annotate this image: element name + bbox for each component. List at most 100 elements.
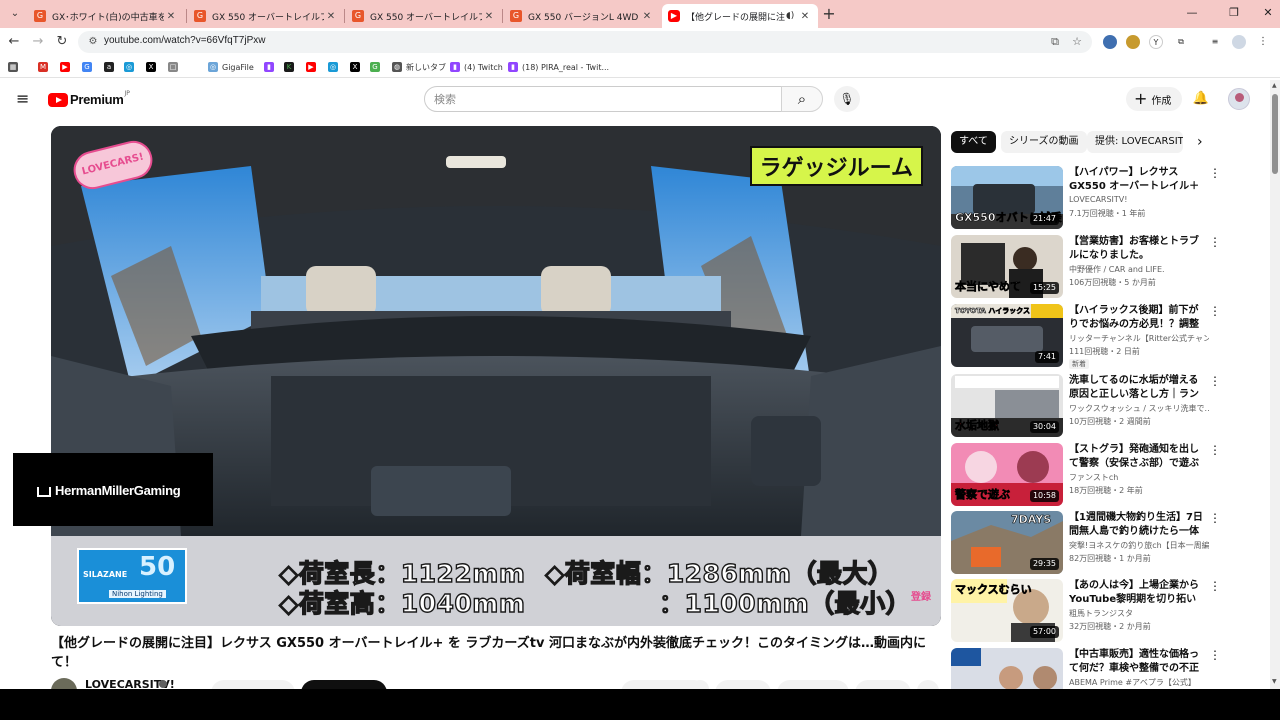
video-thumbnail[interactable]: GX550オバトレ試乗 21:47 <box>951 166 1063 229</box>
scroll-up-icon[interactable]: ▲ <box>1272 82 1277 89</box>
menu-icon[interactable]: ≡ <box>16 90 32 110</box>
chip-all[interactable]: すべて <box>951 131 996 153</box>
browser-tab-active[interactable]: ▶ 【他グレードの展開に注目】レク ◖) ✕ <box>662 4 818 28</box>
address-bar[interactable]: ⚙ youtube.com/watch?v=66VfqT7jPxw ⧉ ☆ <box>78 31 1092 53</box>
url-text[interactable]: youtube.com/watch?v=66VfqT7jPxw <box>104 35 265 46</box>
amazon-bookmark-icon[interactable]: a <box>104 60 118 74</box>
channel-name[interactable]: ワックスウォッシュ / スッキリ洗車で... <box>1069 403 1209 414</box>
notifications-bell-icon[interactable]: 🔔 <box>1192 90 1210 108</box>
chip-provided[interactable]: 提供: LOVECARSITV! <box>1087 131 1183 153</box>
youtube-bookmark-icon[interactable]: ▶ <box>60 60 74 74</box>
more-options-icon[interactable]: ⋮ <box>1209 579 1221 593</box>
browser-tab[interactable]: G GX 550 オーバートレイルプラス 4WD ✕ <box>346 4 502 28</box>
more-options-icon[interactable]: ⋮ <box>1209 443 1221 457</box>
video-thumbnail[interactable]: TOYOTA ハイラックス 7:41 <box>951 304 1063 367</box>
video-thumbnail[interactable]: マックスむらい 57:00 <box>951 579 1063 642</box>
bookmark-twitch[interactable]: ▮ (4) Twitch <box>450 60 503 74</box>
video-title[interactable]: 【ハイパワー】レクサス GX550 オーバートレイル＋試乗編！ ... <box>1069 166 1205 194</box>
video-thumbnail[interactable]: 水垢地獄 30:04 <box>951 374 1063 437</box>
close-tab-icon[interactable]: ✕ <box>482 11 496 22</box>
extension-icon[interactable] <box>1126 35 1140 49</box>
recommended-video[interactable]: 警察で遊ぶ 10:58 【ストグラ】発砲通知を出して警察（安保さぶ部）で遊ぶシ.… <box>951 443 1221 507</box>
close-tab-icon[interactable]: ✕ <box>798 11 812 22</box>
google-bookmark-icon[interactable]: G <box>370 60 384 74</box>
video-title[interactable]: 【1週間磯大物釣り生活】7日間無人島で釣り続けたら一体ど... <box>1069 511 1205 539</box>
more-options-icon[interactable]: ⋮ <box>1209 166 1221 180</box>
video-thumbnail[interactable]: 警察で遊ぶ 10:58 <box>951 443 1063 506</box>
recommended-video[interactable]: 7DAYS 29:35 【1週間磯大物釣り生活】7日間無人島で釣り続けたら一体ど… <box>951 511 1221 575</box>
video-player[interactable]: LOVECARS! ラゲッジルーム ◇荷室長：1122mm ◇荷室幅：1286m… <box>51 126 941 626</box>
x-bookmark-icon[interactable]: X <box>350 60 364 74</box>
site-info-icon[interactable]: ⚙ <box>86 35 100 49</box>
create-button[interactable]: + 作成 <box>1126 87 1182 111</box>
twitch-bookmark-icon[interactable]: ▮ <box>264 60 278 74</box>
youtube-premium-logo[interactable]: Premium JP <box>48 90 130 107</box>
chrome-menu-icon[interactable]: ⋮ <box>1256 35 1270 49</box>
scrollbar-thumb[interactable] <box>1272 94 1278 174</box>
x-bookmark-icon[interactable]: X <box>146 60 160 74</box>
tab-search-icon[interactable]: ⌄ <box>6 6 24 22</box>
chevron-right-icon[interactable]: › <box>1197 133 1203 151</box>
chip-series[interactable]: シリーズの動画 <box>1001 131 1087 153</box>
channel-name[interactable]: LOVECARSITV! <box>1069 195 1209 204</box>
minimize-icon[interactable]: — <box>1180 4 1204 22</box>
tab-list-icon[interactable]: ≡ <box>1208 35 1222 49</box>
more-options-icon[interactable]: ⋮ <box>1209 304 1221 318</box>
channel-name[interactable]: ABEMA Prime #アベプラ【公式】 <box>1069 677 1209 688</box>
video-title[interactable]: 洗車してるのに水垢が増える原因と正しい落とし方｜ランド... <box>1069 374 1205 402</box>
video-thumbnail[interactable]: 本当にやめて 15:25 <box>951 235 1063 298</box>
bookmark-star-icon[interactable]: ☆ <box>1070 35 1084 49</box>
channel-name[interactable]: 突撃!ヨネスケの釣り旅ch【日本一周編】 <box>1069 540 1209 551</box>
recommended-video[interactable]: 本当にやめて 15:25 【営業妨害】お客様とトラブルになりました。 中野優作 … <box>951 235 1221 299</box>
recommended-video[interactable]: マックスむらい 57:00 【あの人は今】上場企業からYouTube黎明期を切り… <box>951 579 1221 643</box>
more-options-icon[interactable]: ⋮ <box>1209 648 1221 662</box>
reload-icon[interactable]: ↻ <box>52 32 72 52</box>
bookmark-gigafile[interactable]: ◎ GigaFile <box>208 60 254 74</box>
video-thumbnail[interactable] <box>951 648 1063 689</box>
search-input[interactable] <box>434 91 764 107</box>
sponsored-ad-overlay[interactable]: HermanMillerGaming <box>13 453 213 526</box>
video-thumbnail[interactable]: 7DAYS 29:35 <box>951 511 1063 574</box>
install-app-icon[interactable]: ⧉ <box>1048 35 1062 49</box>
new-tab-button[interactable]: + <box>820 4 838 24</box>
close-window-icon[interactable]: ✕ <box>1256 4 1280 22</box>
scroll-down-icon[interactable]: ▼ <box>1272 678 1277 685</box>
more-options-icon[interactable]: ⋮ <box>1209 374 1221 388</box>
bookmark-icon[interactable]: □ <box>168 60 182 74</box>
bookmark-icon[interactable]: ◎ <box>124 60 138 74</box>
extension-icon[interactable]: Y <box>1149 35 1163 49</box>
bookmark-newtab[interactable]: ◍ 新しいタブ <box>392 60 446 74</box>
apps-grid-icon[interactable]: ▦ <box>8 60 22 74</box>
page-scrollbar[interactable]: ▲ ▼ <box>1270 80 1280 689</box>
browser-tab[interactable]: G GX 550 オーバートレイルプラス 4WD ✕ <box>188 4 344 28</box>
video-title[interactable]: 【営業妨害】お客様とトラブルになりました。 <box>1069 235 1205 263</box>
gmail-bookmark-icon[interactable]: M <box>38 60 52 74</box>
restore-icon[interactable]: ❐ <box>1222 4 1246 22</box>
bookmark-icon[interactable]: ◎ <box>328 60 342 74</box>
close-tab-icon[interactable]: ✕ <box>324 11 338 22</box>
video-title[interactable]: 【あの人は今】上場企業からYouTube黎明期を切り拓いたト... <box>1069 579 1205 607</box>
speaker-icon[interactable]: ◖) <box>786 11 798 21</box>
recommended-video[interactable]: 水垢地獄 30:04 洗車してるのに水垢が増える原因と正しい落とし方｜ランド..… <box>951 374 1221 438</box>
video-title[interactable]: 【ストグラ】発砲通知を出して警察（安保さぶ部）で遊ぶシ... <box>1069 443 1205 471</box>
account-avatar[interactable] <box>1228 88 1250 110</box>
close-tab-icon[interactable]: ✕ <box>164 11 178 22</box>
back-icon[interactable]: ← <box>4 32 24 52</box>
video-title[interactable]: 【中古車販売】適性な価格って何だ？車検や整備での不正が... <box>1069 648 1205 676</box>
channel-name[interactable]: 中野優作 / CAR and LIFE. <box>1069 264 1209 275</box>
more-options-icon[interactable]: ⋮ <box>1209 511 1221 525</box>
forward-icon[interactable]: → <box>28 32 48 52</box>
channel-name[interactable]: 粗馬トランジスタ <box>1069 608 1209 619</box>
browser-tab[interactable]: G GX･ホワイト(白)の中古車を探す[ト ✕ <box>28 4 184 28</box>
video-title[interactable]: 【ハイラックス後期】前下がりでお悩みの方必見！？調整式... <box>1069 304 1205 332</box>
voice-search-button[interactable]: 🎙 <box>834 86 860 112</box>
extensions-puzzle-icon[interactable]: ⧉ <box>1174 35 1188 49</box>
more-options-icon[interactable]: ⋮ <box>1209 235 1221 249</box>
bookmark-icon[interactable]: K <box>284 60 298 74</box>
search-button[interactable]: ⌕ <box>781 86 823 112</box>
profile-icon[interactable] <box>1232 35 1246 49</box>
recommended-video[interactable]: 【中古車販売】適性な価格って何だ？車検や整備での不正が... ABEMA Pri… <box>951 648 1221 689</box>
google-bookmark-icon[interactable]: G <box>82 60 96 74</box>
extension-icon[interactable] <box>1103 35 1117 49</box>
browser-tab[interactable]: G GX 550 バージョンL 4WD モデリスタ ✕ <box>504 4 660 28</box>
